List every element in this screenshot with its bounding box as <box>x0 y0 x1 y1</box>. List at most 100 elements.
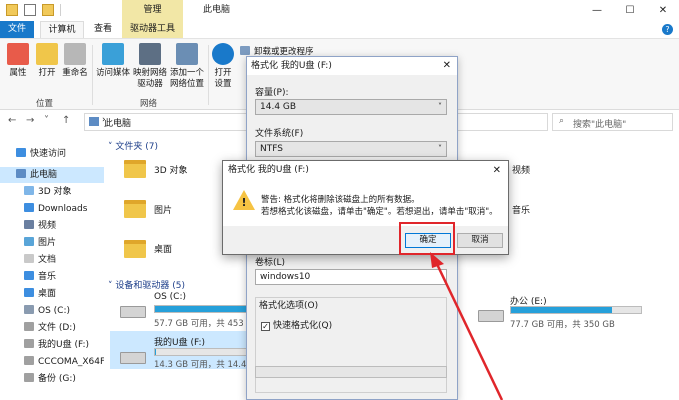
folder-3d-objects[interactable]: 3D 对象 <box>154 163 188 176</box>
usb-drive-icon[interactable] <box>120 352 146 364</box>
drive-os-c[interactable]: OS (C:) <box>154 292 186 302</box>
open-settings-button[interactable]: 打开 设置 <box>210 43 236 90</box>
music-icon <box>24 271 34 280</box>
volume-label-input[interactable]: windows10 <box>255 269 447 285</box>
tab-file[interactable]: 文件 <box>0 21 34 38</box>
folder-music[interactable]: 音乐 <box>512 203 530 216</box>
document-icon <box>24 254 34 263</box>
picture-icon <box>24 237 34 246</box>
format-options-label: 格式化选项(O) <box>259 301 319 311</box>
nav-item-this-pc[interactable]: 此电脑 <box>0 167 104 183</box>
chevron-down-icon[interactable]: ˅ <box>44 115 49 126</box>
nav-item-3d-objects[interactable]: 3D 对象 <box>0 184 104 200</box>
gear-icon <box>212 43 234 65</box>
computer-icon <box>16 169 26 178</box>
disc-drive-icon <box>24 356 34 365</box>
rename-button[interactable]: 重命名 <box>60 43 90 79</box>
capacity-select[interactable]: 14.4 GB ˅ <box>255 99 447 115</box>
drive-icon <box>24 305 34 314</box>
nav-label: CCCOMA_X64F <box>38 357 104 367</box>
format-options-group <box>255 297 447 393</box>
add-location-label-1: 添加一个 <box>169 68 204 78</box>
nav-item-cccoma[interactable]: CCCOMA_X64F <box>0 354 104 370</box>
maximize-button[interactable]: ☐ <box>615 0 645 21</box>
cancel-button[interactable]: 取消 <box>457 233 503 248</box>
3d-objects-folder-icon[interactable] <box>124 160 146 178</box>
rename-icon <box>64 43 86 65</box>
drive-free-e: 77.7 GB 可用，共 350 GB <box>510 320 615 330</box>
folders-section-header[interactable]: ˅ 文件夹 (7) <box>108 139 158 152</box>
drive-icon[interactable] <box>478 310 504 322</box>
checkbox-checked-icon[interactable]: ✓ <box>261 322 270 331</box>
filesystem-select[interactable]: NTFS ˅ <box>255 141 447 157</box>
drive-icon[interactable] <box>120 306 146 318</box>
format-dialog-title-text: 格式化 我的U盘 (F:) <box>251 61 332 71</box>
open-folder-icon <box>36 43 58 65</box>
access-media-button[interactable]: 访问媒体 <box>94 43 132 79</box>
uninstall-icon <box>240 46 250 55</box>
search-placeholder: 搜索"此电脑" <box>573 120 627 130</box>
tab-view[interactable]: 查看 <box>88 21 118 38</box>
add-network-location-button[interactable]: 添加一个 网络位置 <box>168 43 206 90</box>
filesystem-value: NTFS <box>260 144 283 154</box>
nav-item-music[interactable]: 音乐 <box>0 269 104 285</box>
drive-usb-f[interactable]: 我的U盘 (F:) <box>154 335 205 348</box>
nav-item-documents[interactable]: 文档 <box>0 252 104 268</box>
close-icon[interactable]: ✕ <box>443 57 451 75</box>
warning-text-line2: 若想格式化该磁盘，请单击"确定"。若想退出，请单击"取消"。 <box>261 207 498 217</box>
nav-label: OS (C:) <box>38 306 70 316</box>
tab-drive-tools[interactable]: 驱动器工具 <box>122 21 183 38</box>
quick-folder-icon[interactable] <box>42 4 54 16</box>
minimize-button[interactable]: — <box>582 0 612 21</box>
nav-item-backup-g[interactable]: 备份 (G:) <box>0 371 104 387</box>
folder-pictures[interactable]: 图片 <box>154 203 172 216</box>
checkbox-icon[interactable] <box>24 4 36 16</box>
warning-body: ! 警告: 格式化将删除该磁盘上的所有数据。 若想格式化该磁盘，请单击"确定"。… <box>223 180 508 226</box>
forward-arrow-icon[interactable]: → <box>26 115 34 126</box>
tab-computer[interactable]: 计算机 <box>40 21 84 38</box>
back-arrow-icon[interactable]: ← <box>8 115 16 126</box>
desktop-folder-icon[interactable] <box>124 240 146 258</box>
group-label-location: 位置 <box>36 99 54 109</box>
open-button[interactable]: 打开 <box>34 43 60 79</box>
nav-label: 图片 <box>38 238 57 248</box>
nav-item-downloads[interactable]: Downloads <box>0 201 104 217</box>
ribbon-tabs: 文件 计算机 查看 驱动器工具 ? <box>0 21 679 38</box>
group-divider <box>208 45 209 105</box>
up-arrow-icon[interactable]: ↑ <box>62 115 70 126</box>
breadcrumb[interactable]: 此电脑 <box>104 116 131 129</box>
nav-label: 快速访问 <box>30 149 67 159</box>
open-label: 打开 <box>38 68 56 78</box>
nav-label: Downloads <box>38 204 88 214</box>
search-input[interactable]: ⌕ 搜索"此电脑" <box>552 113 673 131</box>
drive-icon <box>24 373 34 382</box>
nav-item-files-d[interactable]: 文件 (D:) <box>0 320 104 336</box>
nav-item-pictures[interactable]: 图片 <box>0 235 104 251</box>
add-location-label-2: 网络位置 <box>169 79 204 89</box>
nav-label: 音乐 <box>38 272 57 282</box>
nav-item-usb-f[interactable]: 我的U盘 (F:) <box>0 337 104 353</box>
group-label-network: 网络 <box>140 99 158 109</box>
close-icon[interactable]: ✕ <box>493 161 501 180</box>
nav-item-quick-access[interactable]: 快速访问 <box>0 146 104 162</box>
devices-section-header[interactable]: ˅ 设备和驱动器 (5) <box>108 278 185 291</box>
nav-item-desktop[interactable]: 桌面 <box>0 286 104 302</box>
close-button[interactable]: ✕ <box>648 0 678 21</box>
properties-button[interactable]: 属性 <box>4 43 32 79</box>
capacity-value: 14.4 GB <box>260 102 297 112</box>
folder-icon[interactable] <box>6 4 18 16</box>
quick-format-checkbox[interactable]: ✓ 快速格式化(Q) <box>261 318 332 331</box>
toolbar-divider <box>60 4 61 16</box>
nav-item-os-c[interactable]: OS (C:) <box>0 303 104 319</box>
capacity-label: 容量(P): <box>255 88 289 98</box>
help-button[interactable]: ? <box>662 24 673 35</box>
cube-icon <box>24 186 34 195</box>
nav-item-videos[interactable]: 视频 <box>0 218 104 234</box>
open-settings-label-2: 设置 <box>214 79 232 89</box>
folder-videos[interactable]: 视频 <box>512 163 530 176</box>
nav-label: 备份 (G:) <box>38 374 76 384</box>
quick-format-label: 快速格式化(Q) <box>273 321 333 331</box>
folder-desktop[interactable]: 桌面 <box>154 242 172 255</box>
pictures-folder-icon[interactable] <box>124 200 146 218</box>
map-drive-button[interactable]: 映射网络 驱动器 <box>132 43 168 90</box>
